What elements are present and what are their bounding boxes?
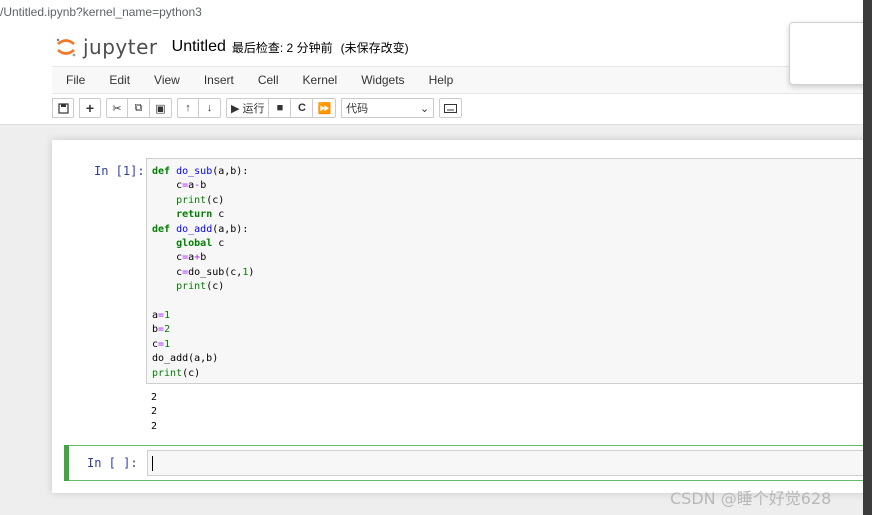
cell1-output: 2 2 2 xyxy=(151,392,158,432)
save-button[interactable] xyxy=(52,98,74,118)
address-bar[interactable]: /Untitled.ipynb?kernel_name=python3 xyxy=(0,0,872,26)
restart-run-all-button[interactable]: ⏩ xyxy=(313,98,337,118)
menu-edit[interactable]: Edit xyxy=(97,67,142,93)
autosave-status: (未保存改变) xyxy=(340,40,409,55)
cell1-prompt: In [1]: xyxy=(94,164,145,178)
keyboard-icon xyxy=(444,103,458,113)
fast-forward-icon: ⏩ xyxy=(317,102,332,115)
scissors-icon: ✂ xyxy=(112,102,122,115)
cell2-code-editor[interactable] xyxy=(147,450,872,476)
insert-cell-button[interactable]: + xyxy=(79,98,101,118)
jupyter-logo-text[interactable]: jupyter xyxy=(83,35,158,59)
arrow-up-icon: ↑ xyxy=(185,102,191,114)
stop-icon: ■ xyxy=(276,102,284,114)
notification-popup: 齐 xyxy=(789,22,872,85)
menu-widgets[interactable]: Widgets xyxy=(349,67,416,93)
copy-icon: ⧉ xyxy=(134,101,143,114)
move-up-button[interactable]: ↑ xyxy=(177,98,199,118)
cut-button[interactable]: ✂ xyxy=(106,98,128,118)
command-palette-button[interactable] xyxy=(439,98,463,118)
restart-icon: C xyxy=(297,102,306,114)
chevron-down-icon: ⌄ xyxy=(419,102,430,115)
jupyter-logo-icon xyxy=(56,38,76,57)
plus-icon: + xyxy=(85,100,95,116)
watermark: CSDN @睡个好觉628 xyxy=(670,489,832,508)
menu-insert[interactable]: Insert xyxy=(192,67,246,93)
checkpoint-status: 最后检查: 2 分钟前 xyxy=(231,40,333,55)
menu-help[interactable]: Help xyxy=(417,67,466,93)
interrupt-button[interactable]: ■ xyxy=(269,98,292,118)
notebook-name[interactable]: Untitled xyxy=(172,38,226,56)
address-bar-url: /Untitled.ipynb?kernel_name=python3 xyxy=(0,5,202,19)
paste-icon: ▣ xyxy=(155,102,166,115)
cell1-code-editor[interactable]: def do_sub(a,b): c=a-b print(c) return c… xyxy=(146,158,872,384)
header-title-row: jupyter Untitled 最后检查: 2 分钟前 (未保存改变) xyxy=(55,34,409,60)
menu-file[interactable]: File xyxy=(52,67,97,93)
menu-bar: File Edit View Insert Cell Kernel Widget… xyxy=(52,66,872,94)
play-icon: ▶ xyxy=(231,102,240,115)
run-button[interactable]: ▶ 运行 xyxy=(226,98,270,118)
toolbar: + ✂ ⧉ ▣ ↑ ↓ ▶ 运行 ■ C ⏩ 代码 ⌄ xyxy=(52,97,463,119)
save-icon xyxy=(57,102,69,114)
cell-type-value: 代码 xyxy=(346,103,369,115)
notebook-header: jupyter Untitled 最后检查: 2 分钟前 (未保存改变) Fil… xyxy=(0,26,872,125)
cell-type-select[interactable]: 代码 ⌄ xyxy=(341,98,435,118)
copy-button[interactable]: ⧉ xyxy=(128,98,150,118)
cell2-active[interactable]: In [ ]: xyxy=(64,445,872,481)
arrow-down-icon: ↓ xyxy=(206,102,213,114)
cell2-prompt: In [ ]: xyxy=(87,456,138,470)
paste-button[interactable]: ▣ xyxy=(150,98,172,118)
menu-view[interactable]: View xyxy=(142,67,192,93)
menu-kernel[interactable]: Kernel xyxy=(291,67,350,93)
notebook-page: In [1]: def do_sub(a,b): c=a-b print(c) … xyxy=(52,140,872,493)
scrollbar[interactable] xyxy=(863,0,872,515)
active-cell-indicator xyxy=(64,445,69,481)
move-down-button[interactable]: ↓ xyxy=(199,98,221,118)
text-caret xyxy=(152,456,153,471)
run-button-label: 运行 xyxy=(242,103,265,115)
menu-cell[interactable]: Cell xyxy=(246,67,291,93)
restart-button[interactable]: C xyxy=(291,98,314,118)
